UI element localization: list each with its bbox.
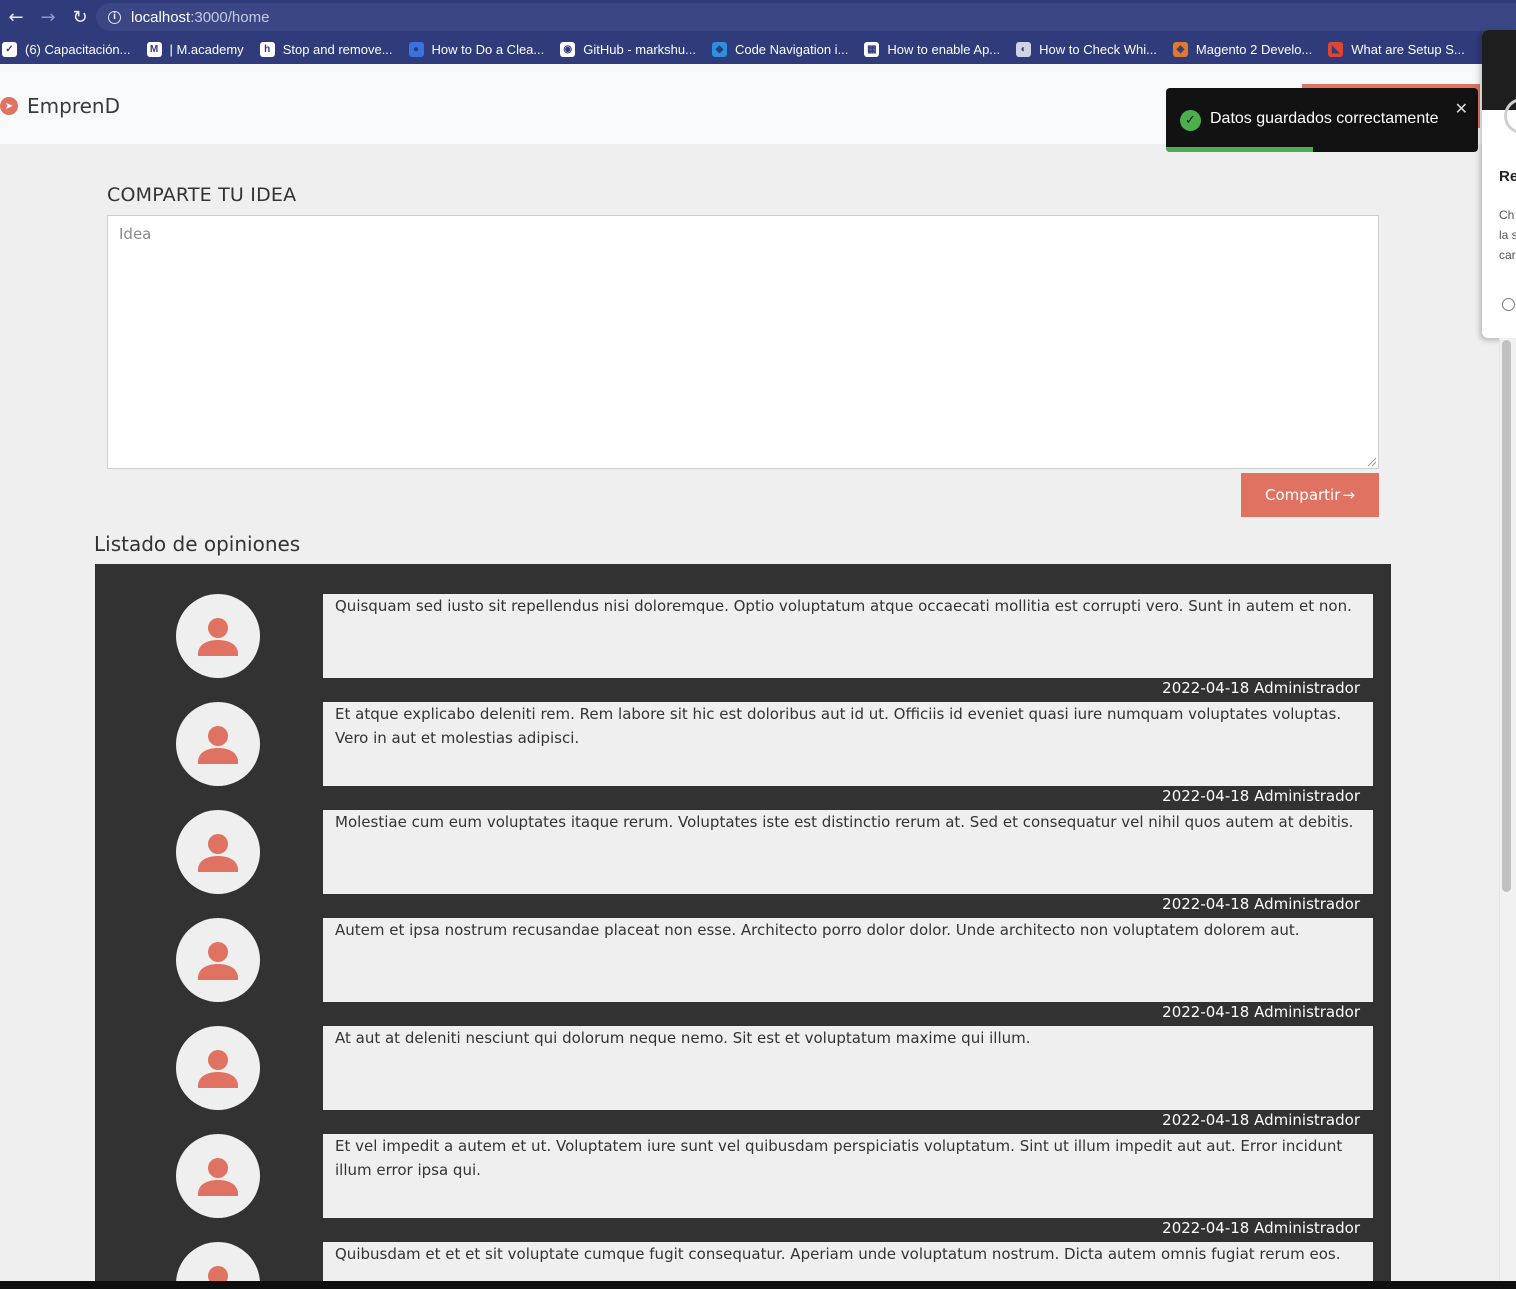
compass-icon: ➤ <box>0 97 18 115</box>
url-path: :3000/home <box>190 8 270 26</box>
bookmark-label: (6) Capacitación... <box>25 41 131 57</box>
bookmark-label: Stop and remove... <box>282 41 393 57</box>
chart-icon: ▦ <box>864 41 880 57</box>
opinion-item: At aut at deleniti nesciunt qui dolorum … <box>95 996 1391 1129</box>
bottom-edge <box>0 1281 1516 1289</box>
reload-icon[interactable]: ↻ <box>64 0 96 34</box>
scrollbar-thumb[interactable] <box>1502 340 1511 892</box>
resize-grip-icon[interactable] <box>1367 457 1377 467</box>
back-arrow-icon[interactable]: ← <box>0 0 32 34</box>
avatar <box>176 810 260 894</box>
bookmark-item[interactable]: M | M.academy <box>146 41 244 57</box>
github-icon: ◉ <box>560 41 576 57</box>
address-bar[interactable]: i localhost:3000/home <box>96 3 1516 31</box>
side-panel-line: Ch <box>1499 208 1515 222</box>
bookmark-item[interactable]: ✓ (6) Capacitación... <box>2 41 131 57</box>
share-section-title: COMPARTE TU IDEA <box>107 184 297 206</box>
bookmark-label: How to Check Whi... <box>1039 41 1157 57</box>
share-button-label: Compartir <box>1265 486 1341 504</box>
opinion-item: Autem et ipsa nostrum recusandae placeat… <box>95 888 1391 1021</box>
brand-name: EmprenD <box>27 94 120 118</box>
vscode-icon: ◆ <box>711 41 727 57</box>
forward-arrow-icon[interactable]: → <box>32 0 64 34</box>
opinion-text: Quisquam sed iusto sit repellendus nisi … <box>323 594 1373 678</box>
browser-toolbar: ← → ↻ i localhost:3000/home <box>0 0 1516 34</box>
bookmark-item[interactable]: ◉ GitHub - markshu... <box>560 41 696 57</box>
avatar <box>176 1026 260 1110</box>
bookmark-item[interactable]: ● How to Do a Clea... <box>408 41 545 57</box>
success-check-icon: ✓ <box>1180 110 1201 131</box>
side-panel-line: car <box>1499 248 1516 262</box>
idea-textarea[interactable] <box>107 215 1379 469</box>
toast-notification: ✓ Datos guardados correctamente ✕ <box>1166 88 1478 152</box>
bookmark-item[interactable]: ◣ What are Setup S... <box>1328 41 1465 57</box>
bookmarks-bar: ✓ (6) Capacitación... M | M.academy h Stop an… <box>0 34 1516 64</box>
magento-icon: ◈ <box>1172 41 1188 57</box>
opinion-text: Molestiae cum eum voluptates itaque reru… <box>323 810 1373 894</box>
bookmark-label: What are Setup S... <box>1351 41 1465 57</box>
opinion-text: Et vel impedit a autem et ut. Voluptatem… <box>323 1134 1373 1218</box>
bookmark-label: GitHub - markshu... <box>583 41 696 57</box>
toast-message: Datos guardados correctamente <box>1210 110 1439 127</box>
bookmark-label: How to Do a Clea... <box>431 41 545 57</box>
arrow-right-icon: → <box>1342 486 1355 504</box>
bookmark-item[interactable]: ▦ How to enable Ap... <box>864 41 1001 57</box>
avatar <box>176 702 260 786</box>
bookmark-item[interactable]: ◆ Code Navigation i... <box>711 41 849 57</box>
avatar <box>176 594 260 678</box>
bookmark-label: Code Navigation i... <box>734 41 849 57</box>
m-icon: M <box>146 41 162 57</box>
opinion-item: Quisquam sed iusto sit repellendus nisi … <box>95 564 1391 697</box>
toast-progress-bar <box>1166 147 1313 152</box>
avatar <box>176 1134 260 1218</box>
opinions-list: Quisquam sed iusto sit repellendus nisi … <box>95 564 1391 1289</box>
opinion-item: Quibusdam et et et sit voluptate cumque … <box>95 1212 1391 1289</box>
opinion-text: Autem et ipsa nostrum recusandae placeat… <box>323 918 1373 1002</box>
check-icon: ✓ <box>2 41 17 57</box>
bookmark-item[interactable]: ◐ How to Check Whi... <box>1016 41 1157 57</box>
share-button[interactable]: Compartir → <box>1241 473 1379 517</box>
bookmark-label: How to enable Ap... <box>887 41 1001 57</box>
bookmark-item[interactable]: h Stop and remove... <box>259 41 393 57</box>
side-panel-line: la s <box>1499 228 1516 242</box>
avatar <box>176 918 260 1002</box>
info-icon[interactable] <box>1502 298 1515 311</box>
side-panel-header <box>1482 30 1516 110</box>
bulb-icon: ◐ <box>1016 41 1032 57</box>
side-popup-panel: Re Ch la s car <box>1482 30 1516 338</box>
circle-icon: ● <box>408 41 424 57</box>
opinion-text: At aut at deleniti nesciunt qui dolorum … <box>323 1026 1373 1110</box>
bookmark-label: Magento 2 Develo... <box>1195 41 1313 57</box>
side-panel-title: Re <box>1499 168 1516 185</box>
url-text: localhost:3000/home <box>131 9 269 26</box>
brand[interactable]: ➤ EmprenD <box>0 94 120 118</box>
magento-red-icon: ◣ <box>1328 41 1344 57</box>
toast-close-icon[interactable]: ✕ <box>1455 99 1468 118</box>
bookmark-item[interactable]: ◈ Magento 2 Develo... <box>1172 41 1313 57</box>
opinion-item: Et atque explicabo deleniti rem. Rem lab… <box>95 672 1391 805</box>
opinion-item: Molestiae cum eum voluptates itaque reru… <box>95 780 1391 913</box>
bookmark-label: | M.academy <box>169 41 244 57</box>
opinion-item: Et vel impedit a autem et ut. Voluptatem… <box>95 1104 1391 1237</box>
url-host: localhost <box>131 8 191 26</box>
h-icon: h <box>259 41 275 57</box>
opinions-title: Listado de opiniones <box>94 532 301 556</box>
opinion-text: Et atque explicabo deleniti rem. Rem lab… <box>323 702 1373 786</box>
site-info-icon[interactable]: i <box>108 10 121 24</box>
